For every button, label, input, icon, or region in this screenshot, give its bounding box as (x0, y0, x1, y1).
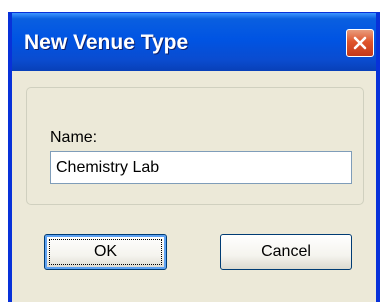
close-button[interactable] (346, 29, 374, 57)
close-icon (353, 36, 367, 50)
dialog-title: New Venue Type (24, 31, 189, 54)
name-input[interactable] (50, 151, 352, 184)
name-label: Name: (50, 129, 98, 146)
cancel-label: Cancel (261, 243, 311, 260)
dialog-window: New Venue Type Name: OK Cancel (8, 12, 380, 302)
cancel-button[interactable]: Cancel (220, 234, 352, 270)
ok-button[interactable]: OK (44, 234, 167, 270)
title-bar[interactable]: New Venue Type (12, 13, 376, 71)
focus-ring (49, 239, 162, 265)
